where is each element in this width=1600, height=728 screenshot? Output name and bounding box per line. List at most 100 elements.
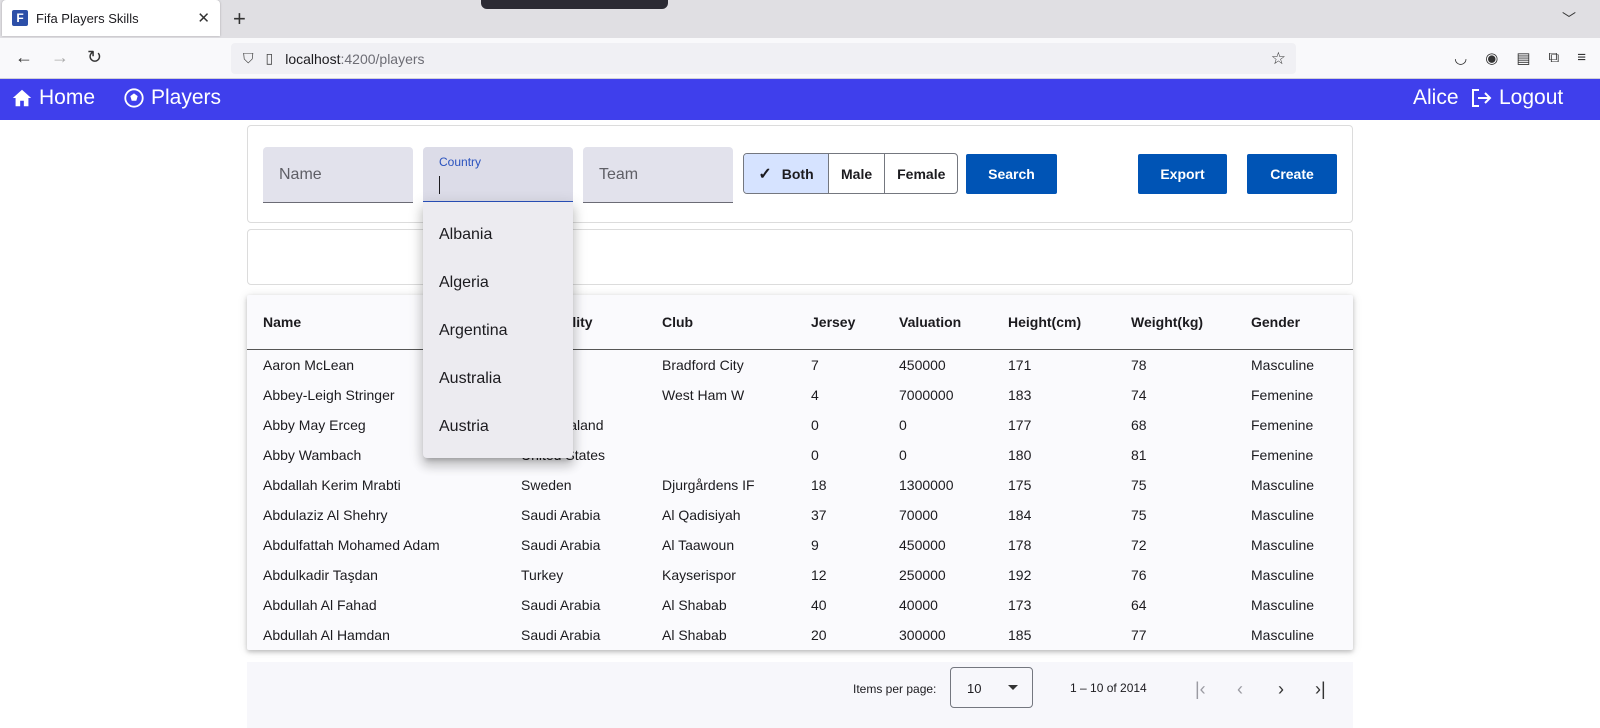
logout-button[interactable]: Logout [1469, 86, 1563, 110]
cell-club: Al Shabab [662, 627, 727, 643]
cell-gender: Femenine [1251, 417, 1314, 433]
next-page-icon[interactable]: › [1278, 679, 1284, 700]
table-row[interactable]: Abdulaziz Al Shehry Saudi Arabia Al Qadisi… [247, 500, 1353, 530]
url-host: localhost [285, 50, 341, 67]
table-row[interactable]: Abdallah Kerim Mrabti Sweden Djurgårdens I… [247, 470, 1353, 500]
filter-panel: Name Country Team ✓ Both Male Female Sea… [247, 125, 1353, 223]
cell-club: Al Qadisiyah [662, 507, 741, 523]
table-row[interactable]: Abdullah Al Fahad Saudi Arabia Al Shabab 40… [247, 590, 1353, 620]
export-button[interactable]: Export [1138, 154, 1227, 194]
cell-jersey: 0 [811, 417, 819, 433]
cell-nationality: Saudi Arabia [521, 537, 601, 553]
cell-weight: 78 [1131, 357, 1147, 373]
team-input[interactable]: Team [583, 147, 733, 203]
pocket-icon[interactable]: ◡ [1454, 49, 1467, 67]
cell-weight: 64 [1131, 597, 1147, 613]
cell-height: 175 [1008, 477, 1032, 493]
toolbar-icons: ◡ ◉ ▤ ⧉ ≡ [1454, 49, 1586, 67]
first-page-icon[interactable]: |‹ [1195, 679, 1206, 700]
table-row[interactable]: Abdullah Al Hamdan Saudi Arabia Al Shabab 2… [247, 620, 1353, 650]
reload-icon[interactable]: ↻ [87, 47, 102, 68]
new-tab-icon[interactable]: + [233, 6, 246, 32]
last-page-icon[interactable]: ›| [1315, 679, 1326, 700]
account-icon[interactable]: ◉ [1485, 49, 1498, 67]
menu-icon[interactable]: ≡ [1577, 49, 1586, 67]
cell-valuation: 70000 [899, 507, 938, 523]
empty-panel [247, 229, 1353, 285]
container-icon[interactable]: ▤ [1516, 49, 1530, 67]
page-size-value: 10 [967, 681, 982, 696]
nav-players-link[interactable]: Players [123, 86, 221, 110]
country-input[interactable]: Country [423, 147, 573, 203]
cell-valuation: 40000 [899, 597, 938, 613]
page-size-select[interactable]: 10 [950, 667, 1033, 708]
column-header-weight[interactable]: Weight(kg) [1131, 314, 1203, 330]
country-option-australia[interactable]: Australia [439, 370, 501, 388]
gender-toggle-female[interactable]: Female [884, 154, 957, 193]
browser-tab-bar: F Fifa Players Skills ✕ + ﹀ [0, 0, 1600, 38]
table-row[interactable]: Aaron McLean Bradford City 7 450000 171 78 Mas… [247, 350, 1353, 380]
cell-height: 185 [1008, 627, 1032, 643]
search-button[interactable]: Search [966, 154, 1057, 194]
table-row[interactable]: Abdulkadir Taşdan Turkey Kayserispor 12 2500… [247, 560, 1353, 590]
chevron-down-icon[interactable]: ﹀ [1562, 9, 1576, 29]
cell-weight: 77 [1131, 627, 1147, 643]
column-header-club[interactable]: Club [662, 314, 693, 330]
cell-valuation: 0 [899, 447, 907, 463]
cell-gender: Femenine [1251, 387, 1314, 403]
gender-toggle-male-label: Male [841, 165, 873, 182]
column-header-name[interactable]: Name [263, 314, 301, 330]
cell-gender: Masculine [1251, 597, 1315, 613]
gender-toggle-both-label: Both [781, 165, 814, 182]
app-header: Home Players Alice Logout [0, 79, 1600, 120]
create-button[interactable]: Create [1247, 154, 1337, 194]
cell-name: Abdulkadir Taşdan [263, 567, 378, 583]
cell-jersey: 0 [811, 447, 819, 463]
column-header-height[interactable]: Height(cm) [1008, 314, 1081, 330]
bookmark-star-icon[interactable]: ☆ [1271, 49, 1286, 69]
extensions-icon[interactable]: ⧉ [1549, 49, 1560, 67]
cell-valuation: 1300000 [899, 477, 954, 493]
shield-icon[interactable]: ⛉ [243, 50, 254, 67]
text-caret [439, 176, 440, 194]
players-table: Name Nationality Club Jersey Valuation H… [247, 295, 1353, 650]
cell-gender: Masculine [1251, 357, 1315, 373]
country-option-albania[interactable]: Albania [439, 226, 492, 244]
cell-height: 171 [1008, 357, 1032, 373]
column-header-valuation[interactable]: Valuation [899, 314, 961, 330]
browser-tab[interactable]: F Fifa Players Skills ✕ [2, 0, 220, 36]
close-icon[interactable]: ✕ [197, 9, 210, 27]
country-option-algeria[interactable]: Algeria [439, 274, 489, 292]
forward-icon[interactable]: → [51, 47, 69, 68]
cell-club: West Ham W [662, 387, 745, 403]
name-input[interactable]: Name [263, 147, 413, 203]
cell-jersey: 20 [811, 627, 827, 643]
favicon-icon: F [12, 10, 28, 26]
country-option-austria[interactable]: Austria [439, 418, 489, 436]
gender-toggle-both[interactable]: ✓ Both [744, 154, 828, 193]
column-header-jersey[interactable]: Jersey [811, 314, 855, 330]
cell-gender: Masculine [1251, 507, 1315, 523]
nav-home-link[interactable]: Home [11, 86, 95, 110]
country-autocomplete-panel: Albania Algeria Argentina Australia Aust… [423, 202, 573, 458]
cell-height: 183 [1008, 387, 1032, 403]
cell-nationality: Saudi Arabia [521, 627, 601, 643]
cell-nationality: Saudi Arabia [521, 597, 601, 613]
cell-club: Al Taawoun [662, 537, 735, 553]
cell-jersey: 40 [811, 597, 827, 613]
table-row[interactable]: Abby May ErcegNew Zealand0017768Femenine [247, 410, 1353, 440]
back-icon[interactable]: ← [15, 47, 33, 68]
cell-valuation: 300000 [899, 627, 946, 643]
cell-valuation: 7000000 [899, 387, 954, 403]
table-row[interactable]: Abdulfattah Mohamed Adam Saudi Arabia Al T… [247, 530, 1353, 560]
address-bar[interactable]: ⛉ ▯ localhost :4200/players ☆ [231, 43, 1296, 74]
cell-weight: 81 [1131, 447, 1147, 463]
cell-jersey: 7 [811, 357, 819, 373]
table-row[interactable]: Abbey-Leigh Stringer West Ham W 4 7000000 18… [247, 380, 1353, 410]
cell-name: Abdullah Al Hamdan [263, 627, 390, 643]
country-option-argentina[interactable]: Argentina [439, 322, 508, 340]
column-header-gender[interactable]: Gender [1251, 314, 1300, 330]
gender-toggle-male[interactable]: Male [828, 154, 884, 193]
table-row[interactable]: Abby WambachUnited States0018081Femenine [247, 440, 1353, 470]
previous-page-icon[interactable]: ‹ [1237, 679, 1243, 700]
